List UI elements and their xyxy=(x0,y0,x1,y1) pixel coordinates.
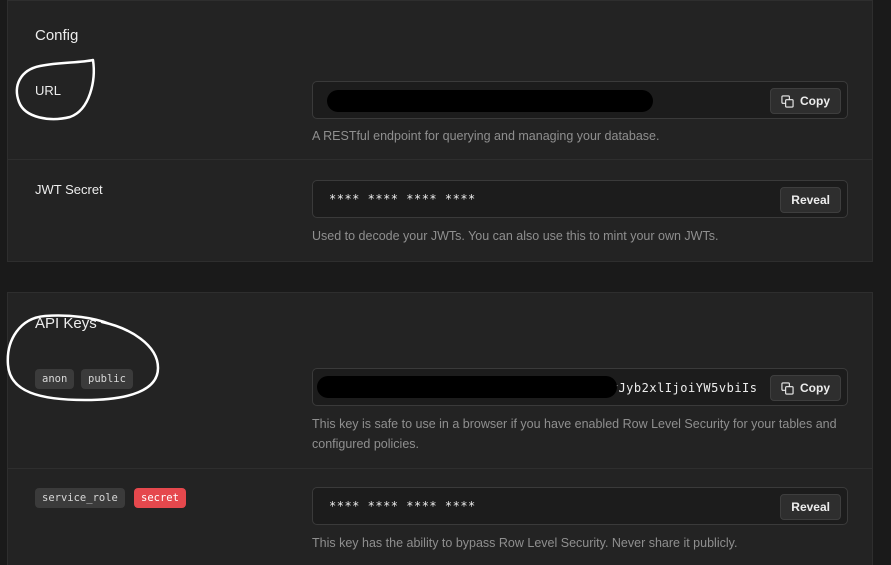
jwt-secret-field[interactable]: **** **** **** **** Reveal xyxy=(312,180,848,218)
service-role-value: **** **** **** **** xyxy=(329,499,476,513)
url-copy-label: Copy xyxy=(800,94,830,108)
url-field[interactable]: Copy xyxy=(312,81,848,119)
secret-badge: secret xyxy=(134,488,186,508)
jwt-secret-label: JWT Secret xyxy=(35,182,103,197)
anon-key-field[interactable]: eyJyb2xlIjoiYW5vbiIs Copy xyxy=(312,368,848,406)
url-label: URL xyxy=(35,83,62,98)
jwt-help-text: Used to decode your JWTs. You can also u… xyxy=(312,229,719,243)
config-title: Config xyxy=(35,27,79,44)
config-divider xyxy=(8,159,872,160)
service-role-field[interactable]: **** **** **** **** Reveal xyxy=(312,487,848,525)
url-copy-button[interactable]: Copy xyxy=(770,88,841,114)
anon-copy-label: Copy xyxy=(800,381,830,395)
anon-badge: anon xyxy=(35,369,75,389)
service-role-help-text: This key has the ability to bypass Row L… xyxy=(312,536,738,550)
anon-key-value: eyJyb2xlIjoiYW5vbiIs xyxy=(603,381,758,395)
anon-help-text: This key is safe to use in a browser if … xyxy=(312,417,837,451)
public-badge: public xyxy=(81,369,133,389)
service-role-badge: service_role xyxy=(35,488,125,508)
api-keys-card: API Keys anon public eyJyb2xlIjoiYW5vbiI… xyxy=(7,292,873,565)
anon-copy-button[interactable]: Copy xyxy=(770,375,841,401)
redaction-mark xyxy=(327,90,653,112)
jwt-reveal-button[interactable]: Reveal xyxy=(780,187,841,213)
jwt-secret-value: **** **** **** **** xyxy=(329,192,476,206)
url-help-text: A RESTful endpoint for querying and mana… xyxy=(312,129,660,143)
api-keys-title: API Keys xyxy=(35,315,97,332)
redaction-mark xyxy=(317,376,617,398)
api-keys-divider xyxy=(8,468,872,469)
copy-icon xyxy=(781,381,794,395)
copy-icon xyxy=(781,94,794,108)
config-card: Config URL Copy A RESTful endpoint for q… xyxy=(7,0,873,262)
service-role-reveal-button[interactable]: Reveal xyxy=(780,494,841,520)
